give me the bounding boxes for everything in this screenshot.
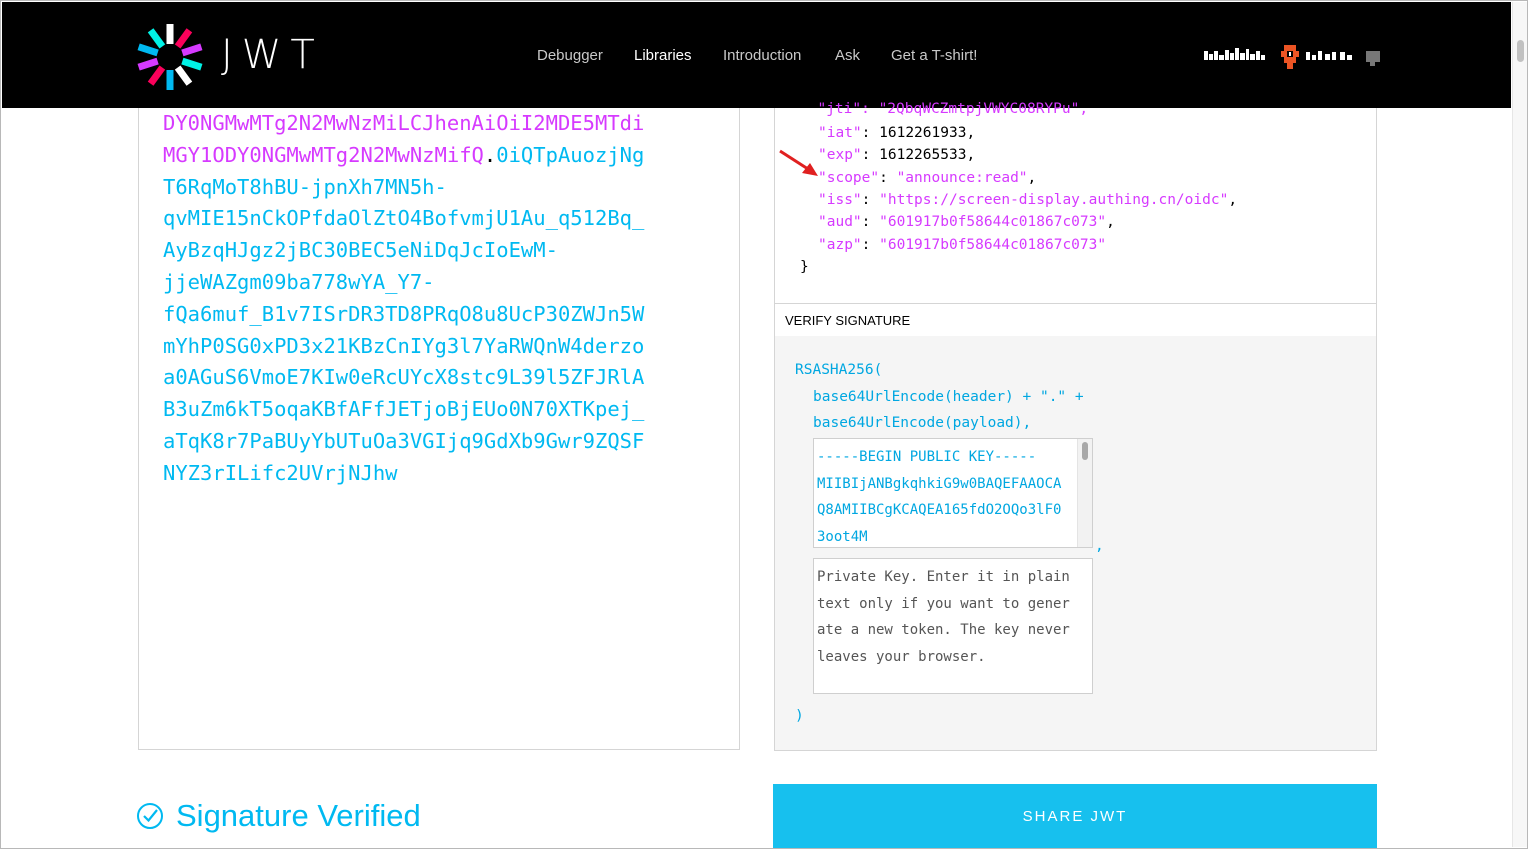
payload-value: "announce:read"	[896, 169, 1028, 186]
encoded-segment-blue[interactable]: aTqK8r7PaBUyYbUTuOa3VGIjq9GdXb9Gwr9ZQSF	[163, 429, 644, 453]
payload-comma: ,	[966, 125, 976, 141]
encoded-segment-pink[interactable]: DY0NGMwMTg2N2MwNzMiLCJhenAiOiI2MDE5MTdi	[163, 111, 644, 135]
share-jwt-button[interactable]: SHARE JWT	[773, 784, 1377, 849]
payload-comma: ,	[1027, 169, 1037, 186]
alg-line: RSASHA256(	[795, 362, 883, 378]
payload-value: "601917b0f58644c01867c073"	[879, 214, 1107, 231]
nav-libraries[interactable]: Libraries	[634, 47, 692, 64]
encoded-segment-blue[interactable]: NYZ3rILifc2UVrjNJhw	[163, 461, 398, 485]
nav-ask[interactable]: Ask	[835, 47, 860, 64]
encoded-segment-blue[interactable]: fQa6muf_B1v7ISrDR3TD8PRqO8u8UcP30ZWJn5W	[163, 302, 644, 326]
payload-colon: :	[861, 191, 880, 208]
red-arrow-icon	[779, 149, 818, 176]
encoded-line[interactable]: B3uZm6kT5oqaKBfAFfJETjoBjEUo0N70XTKpej_	[163, 394, 673, 426]
public-key-scrollbar-thumb[interactable]	[1082, 442, 1088, 460]
payload-key: "azp"	[818, 236, 862, 253]
payload-comma: ,	[966, 147, 976, 164]
encoded-line[interactable]: AyBzqHJgz2jBC30BEC5eNiDqJcIoEwM-	[163, 235, 673, 267]
payload-field: "iat": 1612261933,	[818, 122, 975, 144]
payload-value: "601917b0f58644c01867c073"	[879, 236, 1107, 253]
signature-status-label: Signature Verified	[176, 798, 421, 833]
encoded-token-text[interactable]: DY0NGMwMTg2N2MwNzMiLCJhenAiOiI2MDE5MTdi M…	[163, 108, 673, 490]
private-key-placeholder[interactable]: Private Key. Enter it in plain text only…	[817, 564, 1087, 670]
payload-colon: :	[861, 236, 880, 253]
payload-comma: ,	[1228, 191, 1238, 208]
payload-field: "iss": "https://screen-display.authing.c…	[818, 189, 1237, 211]
jwt-logo-icon[interactable]	[137, 24, 203, 90]
payload-value: 1612261933	[879, 125, 967, 141]
private-key-textarea[interactable]: Private Key. Enter it in plain text only…	[813, 558, 1093, 694]
encoded-segment-blue[interactable]: mYhP0SG0xPD3x21KBzCnIYg3l7YaRWQnW4derzo	[163, 334, 644, 358]
nav-debugger[interactable]: Debugger	[537, 47, 603, 64]
verify-signature-header: VERIFY SIGNATURE	[774, 303, 1377, 337]
brand-wordmark[interactable]: JWT	[221, 32, 324, 78]
encoded-segment-dot[interactable]: .	[484, 143, 496, 167]
payload-key: "iss"	[818, 191, 862, 208]
payload-colon: :	[879, 169, 897, 186]
header-encode-line: base64UrlEncode(header) + "." +	[813, 389, 1084, 405]
page-scrollbar[interactable]	[1512, 2, 1527, 847]
encoded-line[interactable]: NYZ3rILifc2UVrjNJhw	[163, 458, 673, 490]
payload-colon: :	[861, 214, 880, 231]
payload-colon: :	[861, 147, 880, 164]
encoded-line[interactable]: MGY1ODY0NGMwMTg2N2MwNzMifQ.0iQTpAuozjNg	[163, 140, 673, 172]
payload-key: "iat"	[818, 125, 862, 141]
public-key-textarea[interactable]: -----BEGIN PUBLIC KEY----- MIIBIjANBgkqh…	[813, 438, 1093, 548]
verify-signature-title: VERIFY SIGNATURE	[785, 313, 911, 328]
nav-get-tshirt[interactable]: Get a T-shirt!	[891, 47, 977, 64]
encoded-line[interactable]: mYhP0SG0xPD3x21KBzCnIYg3l7YaRWQnW4derzo	[163, 331, 673, 363]
encoded-segment-blue[interactable]: 0iQTpAuozjNg	[496, 143, 644, 167]
encoded-segment-pink[interactable]: MGY1ODY0NGMwMTg2N2MwNzMifQ	[163, 143, 484, 167]
encoded-line[interactable]: jjeWAZgm09ba778wYA_Y7-	[163, 267, 673, 299]
payload-field: "scope": "announce:read",	[818, 167, 1036, 189]
public-key-comma: ,	[1095, 538, 1104, 554]
encoded-line[interactable]: fQa6muf_B1v7ISrDR3TD8PRqO8u8UcP30ZWJn5W	[163, 299, 673, 331]
encoded-line[interactable]: DY0NGMwMTg2N2MwNzMiLCJhenAiOiI2MDE5MTdi	[163, 108, 673, 140]
check-circle-icon	[137, 803, 163, 829]
encoded-line[interactable]: T6RqMoT8hBU-jpnXh7MN5h-	[163, 172, 673, 204]
encoded-line[interactable]: qvMIE15nCkOPfdaOlZtO4BofvmjU1Au_q512Bq_	[163, 203, 673, 235]
public-key-scrollbar[interactable]	[1077, 439, 1092, 547]
nav-introduction[interactable]: Introduction	[723, 47, 801, 64]
payload-value: "https://screen-display.authing.cn/oidc"	[879, 191, 1229, 208]
encoded-segment-blue[interactable]: T6RqMoT8hBU-jpnXh7MN5h-	[163, 175, 447, 199]
top-header: JWT Debugger Libraries Introduction Ask …	[2, 2, 1511, 108]
payload-field: "aud": "601917b0f58644c01867c073",	[818, 211, 1115, 233]
page-scrollbar-thumb[interactable]	[1517, 40, 1524, 62]
payload-key: "scope"	[818, 169, 880, 186]
payload-close-brace: }	[800, 259, 809, 275]
payload-field: "azp": "601917b0f58644c01867c073"	[818, 234, 1106, 256]
payload-key: "exp"	[818, 147, 862, 164]
encoded-segment-blue[interactable]: AyBzqHJgz2jBC30BEC5eNiDqJcIoEwM-	[163, 238, 558, 262]
encoded-line[interactable]: a0AGuS6VmoE7KIw0eRcUYcX8stc9L39l5ZFJRlA	[163, 362, 673, 394]
encoded-segment-blue[interactable]: qvMIE15nCkOPfdaOlZtO4BofvmjU1Au_q512Bq_	[163, 206, 644, 230]
payload-field: "exp": 1612265533,	[818, 144, 975, 166]
payload-clipped-line: "jti": "2QbqWCZmtpjVWYC08RYPu",	[800, 101, 1089, 117]
payload-encode-line: base64UrlEncode(payload),	[813, 415, 1032, 431]
encoded-segment-blue[interactable]: B3uZm6kT5oqaKBfAFfJETjoBjEUo0N70XTKpej_	[163, 397, 644, 421]
public-key-value[interactable]: -----BEGIN PUBLIC KEY----- MIIBIjANBgkqh…	[817, 444, 1079, 547]
close-paren: )	[795, 708, 804, 724]
encoded-segment-blue[interactable]: jjeWAZgm09ba778wYA_Y7-	[163, 270, 435, 294]
encoded-line[interactable]: aTqK8r7PaBUyYbUTuOa3VGIjq9GdXb9Gwr9ZQSF	[163, 426, 673, 458]
payload-key: "aud"	[818, 214, 862, 231]
payload-colon: :	[861, 125, 880, 141]
encoded-segment-blue[interactable]: a0AGuS6VmoE7KIw0eRcUYcX8stc9L39l5ZFJRlA	[163, 365, 644, 389]
auth0-logo-icon[interactable]	[1204, 42, 1384, 72]
payload-value: 1612265533	[879, 147, 967, 164]
payload-comma: ,	[1106, 214, 1115, 231]
